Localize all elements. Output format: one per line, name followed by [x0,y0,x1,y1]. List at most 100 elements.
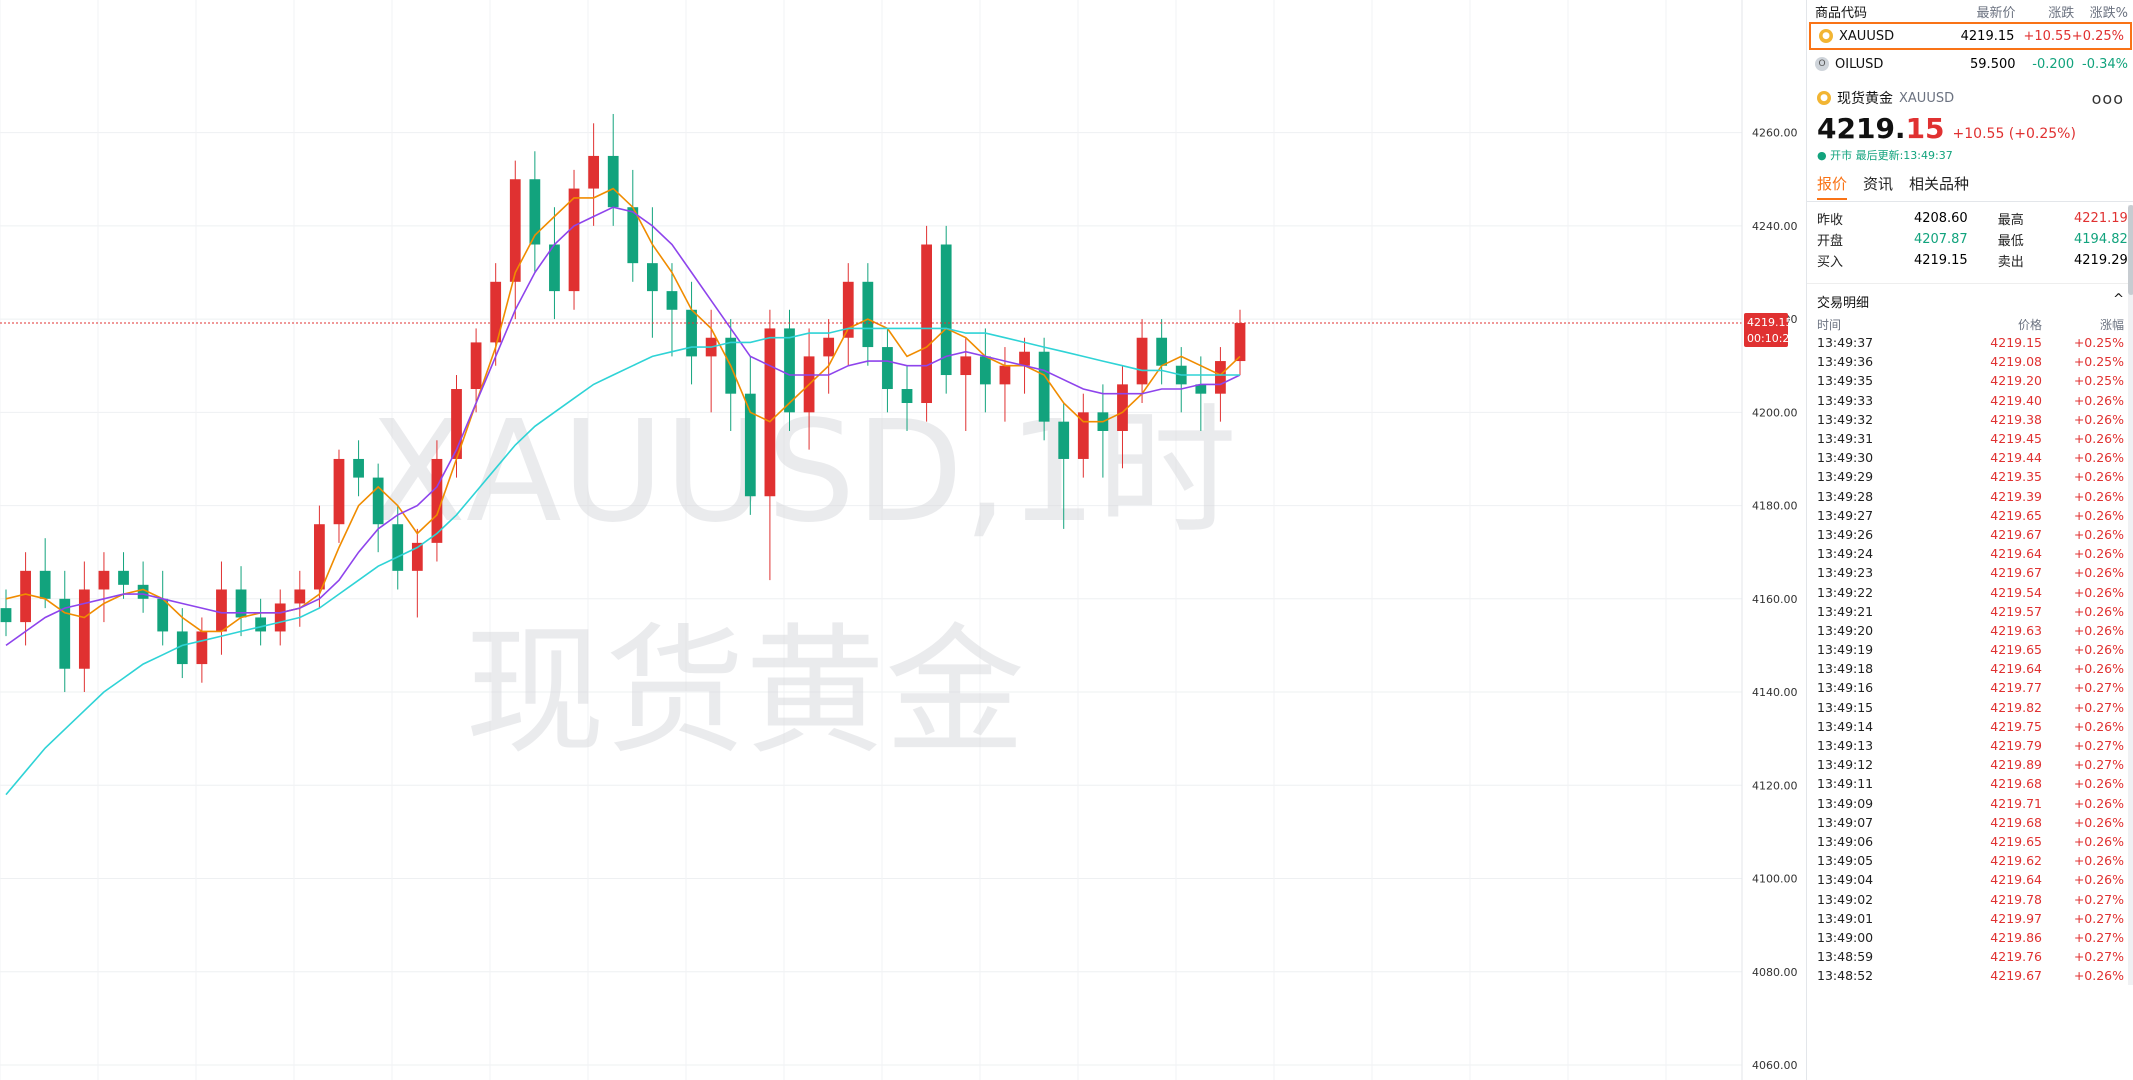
trade-row: 13:49:30 4219.44 +0.26% [1807,448,2133,467]
candle [274,589,286,646]
trade-price: 4219.71 [1990,795,2042,811]
tab-news[interactable]: 资讯 [1863,173,1893,194]
trade-pct: +0.26% [2073,584,2124,600]
col-code[interactable]: 商品代码 [1807,2,1923,21]
collapse-icon[interactable]: ^ [2113,292,2124,311]
symbol-detail: ● 现货黄金 XAUUSD ooo 4219.15 +10.55 (+0.25%… [1807,78,2133,163]
trade-price: 4219.57 [1990,603,2042,619]
watchlist-row-xauusd[interactable]: ● XAUUSD 4219.15 +10.55 +0.25% [1809,22,2132,50]
candle-body [78,589,90,669]
trade-pct: +0.26% [2073,661,2124,677]
candle-body [392,524,404,571]
candle [940,225,952,394]
trades-header: 交易明细 ^ [1807,283,2133,315]
candle-body [1019,351,1030,366]
candle [921,225,932,422]
last-price: 59.500 [1970,56,2016,72]
candle-body [314,524,325,590]
price-pct: +0.25% [2071,28,2124,44]
scrollbar-thumb[interactable] [2128,205,2133,295]
candle-body [862,281,874,348]
candle-body [39,570,51,599]
trade-time: 13:49:29 [1817,469,1874,485]
trade-time: 13:49:35 [1817,373,1874,389]
last-price: 4219.15 [1960,28,2015,44]
candle-body [353,458,364,478]
scrollbar[interactable] [2128,205,2133,985]
trade-pct: +0.26% [2073,507,2124,523]
trade-row: 13:49:09 4219.71 +0.26% [1807,794,2133,813]
candle [118,552,129,599]
trade-time: 13:49:09 [1817,795,1874,811]
trade-time: 13:49:13 [1817,738,1874,754]
trade-time: 13:49:30 [1817,450,1874,466]
trade-price: 4219.64 [1990,546,2042,562]
tab-related[interactable]: 相关品种 [1909,173,1969,194]
trade-price: 4219.54 [1990,584,2042,600]
detail-tabs: 报价 资讯 相关品种 [1807,173,2133,202]
candle [588,123,600,226]
candle-body [764,328,776,497]
symbol-code: XAUUSD [1899,90,1955,106]
price-pct: -0.34% [2082,56,2128,72]
trade-price: 4219.76 [1990,949,2042,965]
trade-price: 4219.44 [1990,450,2042,466]
col-pct[interactable]: 涨跌% [2074,2,2133,21]
trade-pct: +0.27% [2073,910,2124,926]
symbol-code: OILUSD [1835,56,1884,72]
candle [627,169,639,282]
candle [823,319,835,394]
trade-row: 13:48:59 4219.76 +0.27% [1807,947,2133,966]
trade-price: 4219.15 [1990,335,2042,351]
trade-pct: +0.26% [2073,776,2124,792]
candle-body [823,337,835,357]
trade-pct: +0.26% [2073,622,2124,638]
candle-body [960,356,972,376]
trade-pct: +0.26% [2073,411,2124,427]
trade-time: 13:49:23 [1817,565,1874,581]
candle-body [216,589,227,632]
candle [509,160,521,320]
trade-time: 13:49:26 [1817,526,1874,542]
gold-icon: ● [1819,29,1833,43]
trade-pct: +0.26% [2073,718,2124,734]
trade-time: 13:49:01 [1817,910,1874,926]
trade-pct: +0.26% [2073,872,2124,888]
candle-body [196,631,208,665]
trade-price: 4219.35 [1990,469,2042,485]
col-change[interactable]: 涨跌 [2016,2,2074,21]
trade-pct: +0.27% [2073,929,2124,945]
trade-pct: +0.25% [2073,354,2124,370]
candle [353,440,364,497]
stat-row: 昨收 4208.60 最高 4221.19 [1817,211,2128,228]
watchlist-row-oilusd[interactable]: O OILUSD 59.500 -0.200 -0.34% [1807,50,2133,78]
price-chart[interactable]: XAUUSD,1时 现货黄金 4260.004240.004220.004200… [0,0,1805,1080]
trade-price: 4219.65 [1990,507,2042,523]
candle [235,566,247,637]
trade-time: 13:49:02 [1817,891,1874,907]
candlestick-chart[interactable]: XAUUSD,1时 现货黄金 4260.004240.004220.004200… [0,0,1805,1080]
price-axis: 4260.004240.004220.004200.004180.004160.… [1741,0,1798,1080]
trade-row: 13:49:28 4219.39 +0.26% [1807,487,2133,506]
trade-row: 13:49:13 4219.79 +0.27% [1807,736,2133,755]
trade-row: 13:49:05 4219.62 +0.26% [1807,851,2133,870]
candle [490,263,502,366]
candle [176,608,188,679]
trade-pct: +0.27% [2073,680,2124,696]
col-last[interactable]: 最新价 [1923,2,2016,21]
candle-body [372,477,384,525]
trade-price: 4219.65 [1990,642,2042,658]
trades-list[interactable]: 13:49:37 4219.15 +0.25% 13:49:36 4219.08 +0.2… [1807,333,2133,985]
candle-body [882,347,893,390]
quote-stats: 昨收 4208.60 最高 4221.19 开盘 4207.87 最低 4194… [1807,202,2133,277]
more-options-icon[interactable]: ooo [2092,89,2124,108]
trade-price: 4219.45 [1990,431,2042,447]
price-tag: 4219.15 [1747,316,1793,329]
trade-pct: +0.26% [2073,814,2124,830]
candle-body [333,458,345,525]
trade-price: 4219.08 [1990,354,2042,370]
candle-body [20,570,31,623]
trade-row: 13:49:24 4219.64 +0.26% [1807,544,2133,563]
trade-pct: +0.27% [2073,699,2124,715]
tab-quote[interactable]: 报价 [1817,173,1848,200]
